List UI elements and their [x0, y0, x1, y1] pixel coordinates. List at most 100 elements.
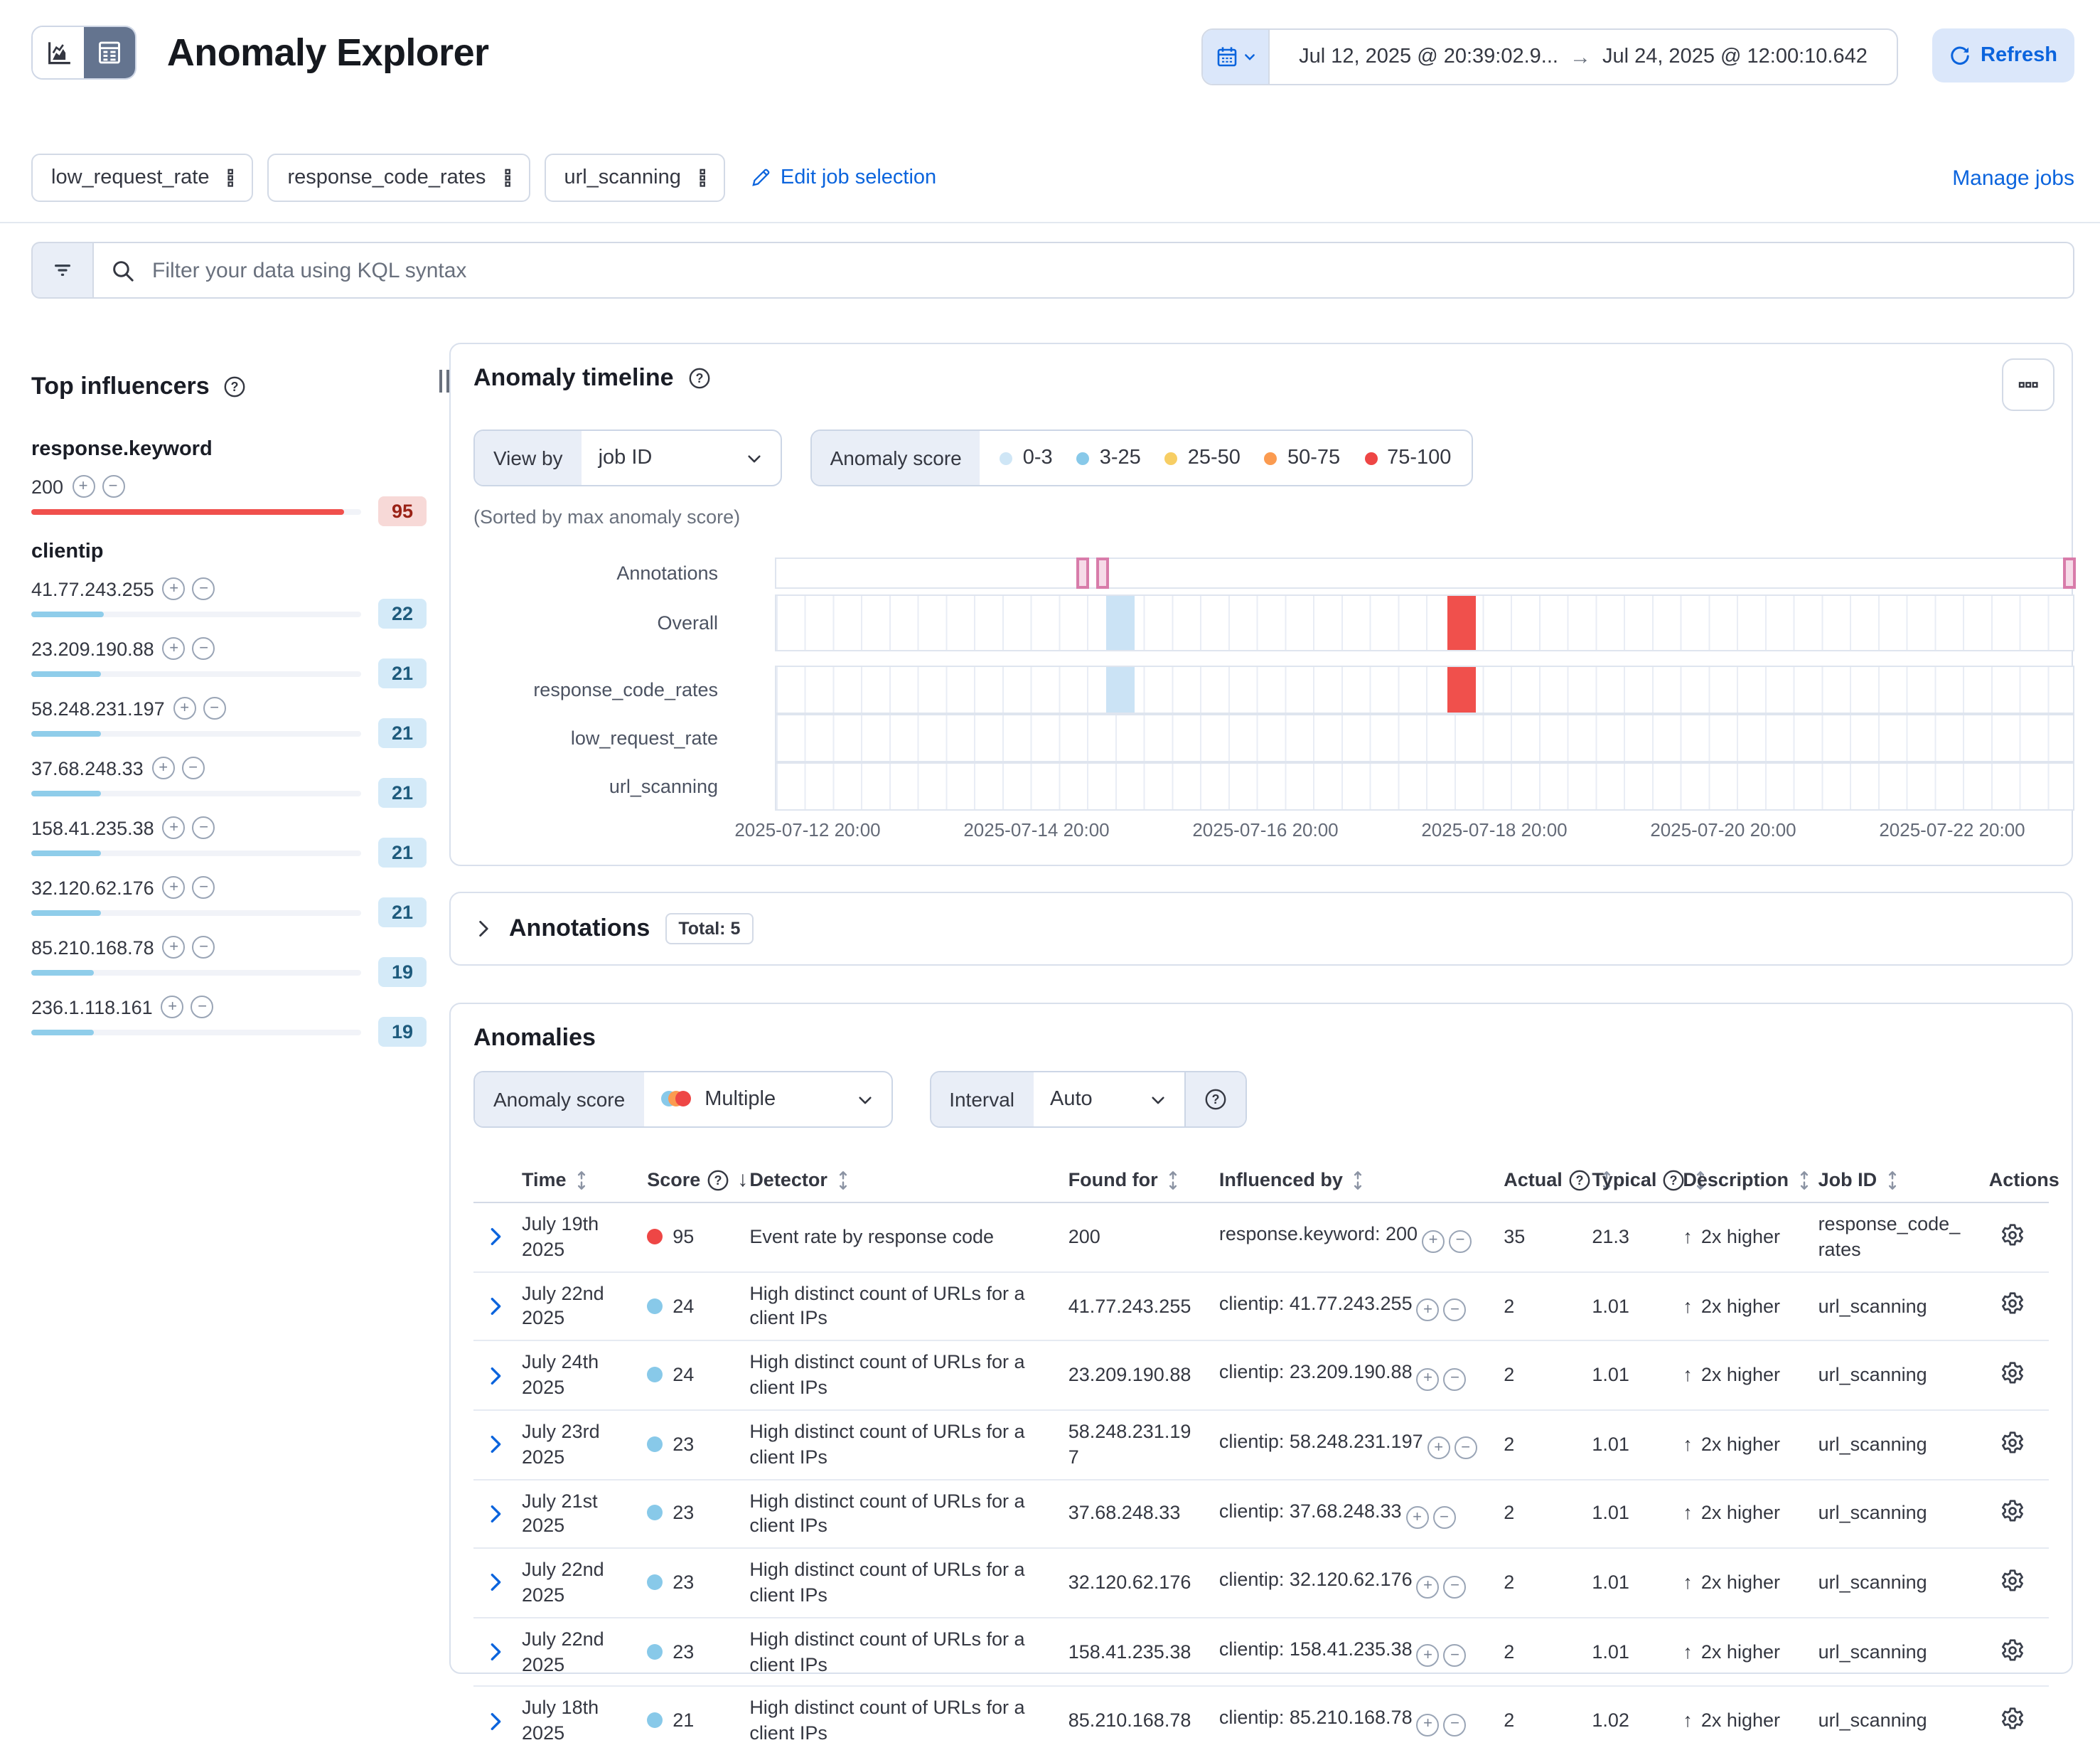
expand-row-button[interactable]: [485, 1641, 506, 1663]
expand-row-button[interactable]: [485, 1296, 506, 1317]
add-filter-icon[interactable]: +: [1406, 1506, 1429, 1529]
column-header-detector[interactable]: Detector: [749, 1169, 853, 1190]
row-actions-button[interactable]: [2001, 1500, 2025, 1528]
add-filter-icon[interactable]: +: [1417, 1298, 1440, 1321]
remove-filter-icon[interactable]: −: [182, 757, 205, 779]
swimlane[interactable]: [775, 666, 2074, 714]
swimlane[interactable]: [775, 714, 2074, 762]
help-icon[interactable]: ?: [688, 367, 711, 390]
row-actions-button[interactable]: [2001, 1292, 2025, 1321]
add-filter-icon[interactable]: +: [163, 637, 186, 660]
add-filter-icon[interactable]: +: [163, 577, 186, 600]
job-badge[interactable]: url_scanning: [544, 154, 724, 202]
expand-row-button[interactable]: [485, 1365, 506, 1386]
add-filter-icon[interactable]: +: [1417, 1368, 1440, 1391]
remove-filter-icon[interactable]: −: [1433, 1506, 1456, 1529]
job-badge[interactable]: low_request_rate: [31, 154, 254, 202]
edit-job-selection-link[interactable]: Edit job selection: [751, 166, 936, 189]
remove-filter-icon[interactable]: −: [193, 876, 215, 899]
end-date[interactable]: Jul 24, 2025 @ 12:00:10.642: [1602, 46, 1868, 68]
help-icon[interactable]: ?: [706, 1168, 729, 1191]
row-actions-button[interactable]: [2001, 1569, 2025, 1597]
add-filter-icon[interactable]: +: [152, 757, 175, 779]
remove-filter-icon[interactable]: −: [193, 816, 215, 839]
sort-desc-icon[interactable]: ↓: [737, 1168, 748, 1192]
anomaly-cell[interactable]: [1447, 596, 1476, 650]
remove-filter-icon[interactable]: −: [1444, 1575, 1467, 1598]
column-header-score[interactable]: Score ? ↓: [647, 1168, 748, 1192]
sort-icon[interactable]: [572, 1170, 592, 1190]
add-filter-icon[interactable]: +: [163, 876, 186, 899]
row-actions-button[interactable]: [2001, 1361, 2025, 1389]
add-filter-icon[interactable]: +: [163, 936, 186, 959]
view-by-select[interactable]: job ID: [582, 431, 781, 485]
remove-filter-icon[interactable]: −: [1449, 1229, 1472, 1252]
job-badge-menu-icon[interactable]: [221, 166, 241, 189]
job-badge-menu-icon[interactable]: [692, 166, 712, 189]
help-icon[interactable]: ?: [1568, 1168, 1591, 1191]
sort-icon[interactable]: [1882, 1170, 1902, 1190]
sort-icon[interactable]: [1794, 1170, 1814, 1190]
annotations-toggle[interactable]: Annotations Total: 5: [451, 893, 2072, 964]
help-icon[interactable]: ?: [224, 375, 247, 398]
add-filter-icon[interactable]: +: [1417, 1575, 1440, 1598]
anomaly-score-select[interactable]: Multiple: [643, 1072, 891, 1126]
job-badge-menu-icon[interactable]: [497, 166, 517, 189]
expand-row-button[interactable]: [485, 1572, 506, 1594]
anomaly-cell[interactable]: [1447, 667, 1476, 713]
add-filter-icon[interactable]: +: [1417, 1714, 1440, 1737]
remove-filter-icon[interactable]: −: [203, 697, 226, 720]
expand-row-button[interactable]: [485, 1434, 506, 1455]
table-view-button[interactable]: [84, 27, 135, 78]
row-actions-button[interactable]: [2001, 1707, 2025, 1735]
kql-search-input[interactable]: [149, 257, 2056, 284]
interval-select[interactable]: Auto: [1033, 1072, 1184, 1126]
add-filter-icon[interactable]: +: [72, 475, 95, 498]
annotation-marker[interactable]: [1076, 558, 1089, 589]
sort-icon[interactable]: [1164, 1170, 1184, 1190]
remove-filter-icon[interactable]: −: [1444, 1368, 1467, 1391]
column-header-time[interactable]: Time: [522, 1169, 592, 1190]
anomaly-cell[interactable]: [1106, 596, 1135, 650]
remove-filter-icon[interactable]: −: [1444, 1645, 1467, 1668]
swimlane[interactable]: [775, 762, 2074, 811]
manage-jobs-link[interactable]: Manage jobs: [1952, 166, 2074, 190]
help-icon[interactable]: ?: [1204, 1088, 1226, 1111]
sort-icon[interactable]: [833, 1170, 853, 1190]
add-filter-icon[interactable]: +: [161, 996, 184, 1018]
column-header-description[interactable]: Description: [1683, 1169, 1814, 1190]
charts-view-button[interactable]: [33, 27, 84, 78]
add-filter-icon[interactable]: +: [163, 816, 186, 839]
remove-filter-icon[interactable]: −: [193, 936, 215, 959]
column-header-found-for[interactable]: Found for: [1068, 1169, 1184, 1190]
remove-filter-icon[interactable]: −: [191, 996, 214, 1018]
row-actions-button[interactable]: [2001, 1223, 2025, 1252]
remove-filter-icon[interactable]: −: [1455, 1437, 1477, 1460]
annotation-marker[interactable]: [1096, 558, 1109, 589]
quick-select-button[interactable]: [1203, 30, 1270, 84]
filter-options-button[interactable]: [31, 242, 92, 299]
start-date[interactable]: Jul 12, 2025 @ 20:39:02.9...: [1299, 46, 1558, 68]
add-filter-icon[interactable]: +: [1427, 1437, 1450, 1460]
help-icon[interactable]: ?: [1662, 1168, 1685, 1191]
remove-filter-icon[interactable]: −: [193, 577, 215, 600]
add-filter-icon[interactable]: +: [1422, 1229, 1445, 1252]
remove-filter-icon[interactable]: −: [193, 637, 215, 660]
add-filter-icon[interactable]: +: [1417, 1645, 1440, 1668]
add-filter-icon[interactable]: +: [173, 697, 196, 720]
row-actions-button[interactable]: [2001, 1430, 2025, 1458]
expand-row-button[interactable]: [485, 1503, 506, 1525]
remove-filter-icon[interactable]: −: [1444, 1298, 1467, 1321]
job-badge[interactable]: response_code_rates: [268, 154, 530, 202]
expand-row-button[interactable]: [485, 1227, 506, 1248]
annotations-strip[interactable]: [775, 558, 2074, 589]
timeline-options-button[interactable]: [2002, 358, 2055, 411]
sort-icon[interactable]: [1349, 1170, 1368, 1190]
column-header-job-id[interactable]: Job ID: [1818, 1169, 1903, 1190]
remove-filter-icon[interactable]: −: [102, 475, 124, 498]
refresh-button[interactable]: Refresh: [1932, 28, 2074, 82]
anomaly-cell[interactable]: [1106, 667, 1135, 713]
swimlane[interactable]: [775, 594, 2074, 651]
expand-row-button[interactable]: [485, 1710, 506, 1732]
row-actions-button[interactable]: [2001, 1638, 2025, 1666]
